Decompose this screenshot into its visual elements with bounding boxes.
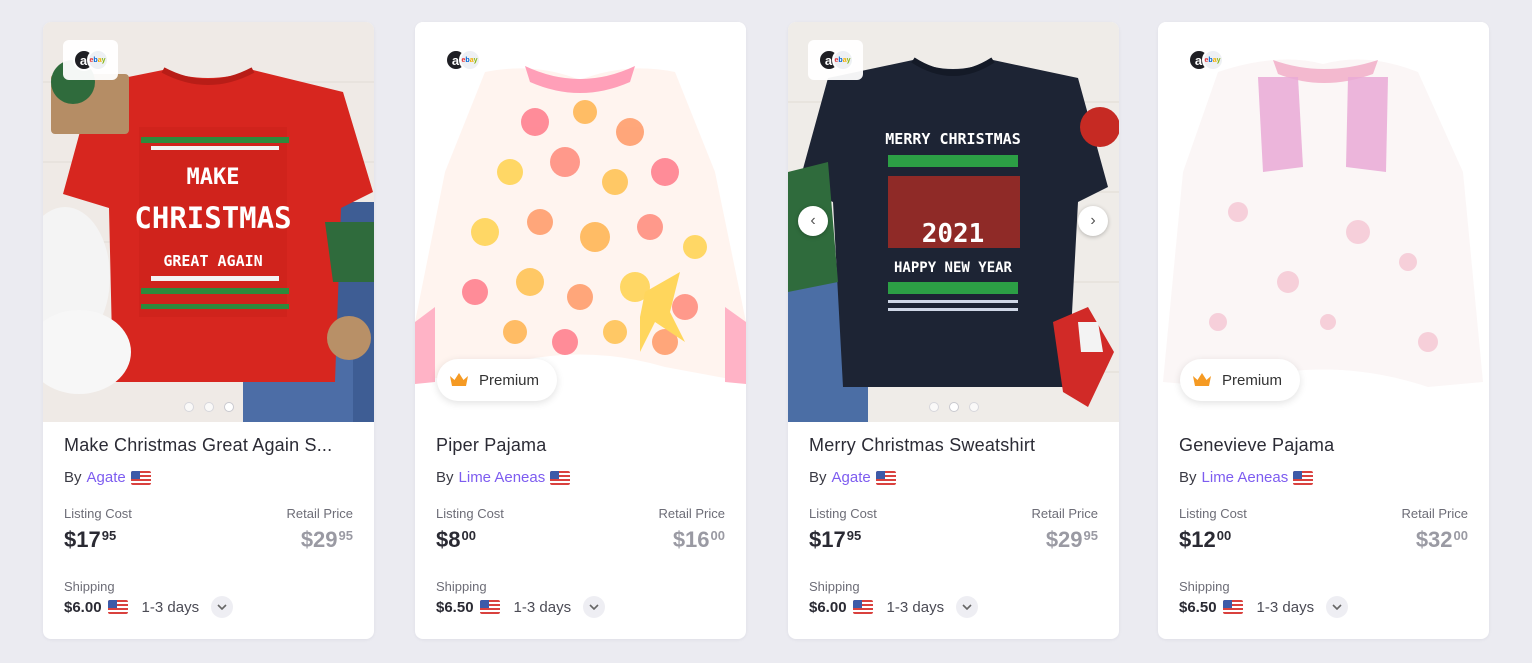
us-flag-icon <box>852 600 873 614</box>
listing-cost-label: Listing Cost <box>436 506 504 521</box>
retail-price-value: $3200 <box>1415 527 1468 552</box>
shipping-expand-chevron-down-icon[interactable] <box>211 596 234 618</box>
shirt-graphic-line-1: MERRY CHRISTMAS <box>885 130 1020 148</box>
us-flag-icon <box>550 470 571 485</box>
by-label: By <box>809 469 827 486</box>
carousel-dot[interactable] <box>203 402 214 412</box>
listing-cost-label: Listing Cost <box>1179 506 1247 521</box>
product-card[interactable]: a ebay Premium Piper Pajama By Lime Aene… <box>415 22 746 639</box>
carousel-dot[interactable] <box>183 402 194 412</box>
source-badge: a ebay <box>808 40 863 80</box>
us-flag-icon <box>1222 600 1243 614</box>
product-title[interactable]: Merry Christmas Sweatshirt <box>809 435 1101 456</box>
seller-line: By Lime Aeneas <box>436 469 571 486</box>
us-flag-icon <box>107 600 128 614</box>
us-flag-icon <box>130 470 151 485</box>
delivery-time: 1-3 days <box>513 598 572 616</box>
shipping-cost: $6.00 <box>809 598 847 616</box>
product-card[interactable]: MAKE CHRISTMAS GREAT AGAIN a ebay Make C… <box>43 22 374 639</box>
ebay-logo-icon: ebay <box>86 49 109 71</box>
image-carousel-dots <box>43 402 374 412</box>
delivery-time: 1-3 days <box>886 598 945 616</box>
carousel-dot[interactable] <box>968 402 979 412</box>
shirt-graphic-line-2: CHRISTMAS <box>134 201 291 235</box>
seller-link[interactable]: Agate <box>87 469 126 486</box>
us-flag-icon <box>479 600 500 614</box>
seller-link[interactable]: Lime Aeneas <box>1202 469 1289 486</box>
carousel-prev-chevron-left-icon[interactable]: ‹ <box>798 206 828 236</box>
ebay-logo-icon: ebay <box>1201 49 1224 71</box>
source-badge: a ebay <box>435 40 490 80</box>
shipping-expand-chevron-down-icon[interactable] <box>583 596 606 618</box>
shipping-label: Shipping <box>1179 579 1230 594</box>
crown-icon <box>450 373 468 386</box>
shirt-graphic-line-3: GREAT AGAIN <box>163 252 262 270</box>
retail-price-label: Retail Price <box>658 506 725 521</box>
shipping-expand-chevron-down-icon[interactable] <box>1326 596 1349 618</box>
premium-badge: Premium <box>437 359 558 401</box>
premium-label: Premium <box>479 371 540 389</box>
seller-line: By Agate <box>64 469 151 486</box>
product-title[interactable]: Make Christmas Great Again S... <box>64 435 356 456</box>
delivery-time: 1-3 days <box>141 598 200 616</box>
product-image[interactable]: MAKE CHRISTMAS GREAT AGAIN <box>43 22 374 422</box>
shipping-cost: $6.00 <box>64 598 102 616</box>
by-label: By <box>436 469 454 486</box>
carousel-dot[interactable] <box>928 402 939 412</box>
us-flag-icon <box>875 470 896 485</box>
shipping-cost: $6.50 <box>436 598 474 616</box>
shirt-graphic-line-3: HAPPY NEW YEAR <box>894 260 1013 276</box>
premium-label: Premium <box>1222 371 1283 389</box>
shipping-label: Shipping <box>436 579 487 594</box>
shipping-info: $6.50 1-3 days <box>436 596 606 618</box>
delivery-time: 1-3 days <box>1256 598 1315 616</box>
retail-price-label: Retail Price <box>286 506 353 521</box>
listing-cost-value: $1200 <box>1179 527 1232 552</box>
listing-cost-value: $1795 <box>64 527 117 552</box>
seller-line: By Agate <box>809 469 896 486</box>
source-badge: a ebay <box>63 40 118 80</box>
listing-cost-label: Listing Cost <box>809 506 877 521</box>
shipping-info: $6.50 1-3 days <box>1179 596 1349 618</box>
seller-line: By Lime Aeneas <box>1179 469 1314 486</box>
product-title[interactable]: Genevieve Pajama <box>1179 435 1471 456</box>
shipping-label: Shipping <box>64 579 115 594</box>
shipping-cost: $6.50 <box>1179 598 1217 616</box>
product-card[interactable]: a ebay Premium Genevieve Pajama By Lime … <box>1158 22 1489 639</box>
premium-badge: Premium <box>1180 359 1301 401</box>
listing-cost-label: Listing Cost <box>64 506 132 521</box>
shipping-label: Shipping <box>809 579 860 594</box>
product-card[interactable]: MERRY CHRISTMAS 2021 HAPPY NEW YEAR a eb… <box>788 22 1119 639</box>
source-badge: a ebay <box>1178 40 1233 80</box>
ebay-logo-icon: ebay <box>458 49 481 71</box>
shirt-graphic-line-2: 2021 <box>922 219 985 249</box>
listing-cost-value: $800 <box>436 527 476 552</box>
ebay-logo-icon: ebay <box>831 49 854 71</box>
shipping-info: $6.00 1-3 days <box>64 596 234 618</box>
product-image[interactable]: MERRY CHRISTMAS 2021 HAPPY NEW YEAR <box>788 22 1119 422</box>
seller-link[interactable]: Lime Aeneas <box>459 469 546 486</box>
crown-icon <box>1193 373 1211 386</box>
retail-price-value: $2995 <box>1045 527 1098 552</box>
carousel-next-chevron-right-icon[interactable]: › <box>1078 206 1108 236</box>
shipping-info: $6.00 1-3 days <box>809 596 979 618</box>
retail-price-value: $1600 <box>672 527 725 552</box>
retail-price-value: $2995 <box>300 527 353 552</box>
shipping-expand-chevron-down-icon[interactable] <box>956 596 979 618</box>
shirt-graphic-line-1: MAKE <box>187 165 240 190</box>
us-flag-icon <box>1293 470 1314 485</box>
retail-price-label: Retail Price <box>1031 506 1098 521</box>
image-carousel-dots <box>788 402 1119 412</box>
carousel-dot-active[interactable] <box>223 402 234 412</box>
listing-cost-value: $1795 <box>809 527 862 552</box>
seller-link[interactable]: Agate <box>832 469 871 486</box>
product-title[interactable]: Piper Pajama <box>436 435 728 456</box>
carousel-dot-active[interactable] <box>948 402 959 412</box>
by-label: By <box>64 469 82 486</box>
product-grid: MAKE CHRISTMAS GREAT AGAIN a ebay Make C… <box>0 0 1532 663</box>
by-label: By <box>1179 469 1197 486</box>
retail-price-label: Retail Price <box>1401 506 1468 521</box>
